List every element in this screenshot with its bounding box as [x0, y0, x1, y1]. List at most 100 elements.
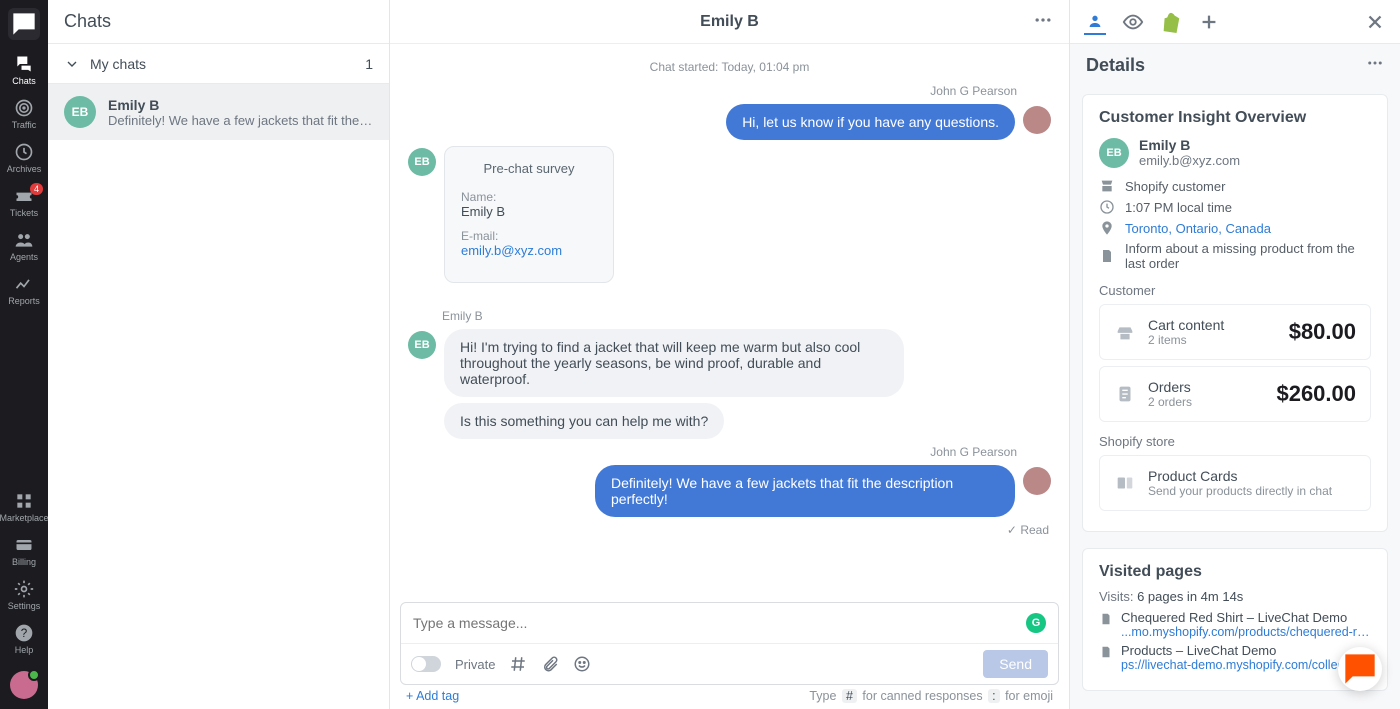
info-platform: Shopify customer: [1099, 178, 1371, 194]
survey-email-value[interactable]: emily.b@xyz.com: [461, 243, 597, 258]
clock-icon: [1099, 199, 1115, 215]
tab-add[interactable]: [1198, 11, 1220, 33]
nav-archives[interactable]: Archives: [0, 136, 48, 180]
hash-icon[interactable]: [509, 655, 527, 673]
tab-person[interactable]: [1084, 13, 1106, 35]
survey-name-label: Name:: [461, 190, 597, 204]
visited-page-row[interactable]: Chequered Red Shirt – LiveChat Demo ...m…: [1099, 610, 1371, 639]
tickets-badge: 4: [30, 183, 43, 195]
store-section-label: Shopify store: [1099, 434, 1371, 449]
reports-icon: [14, 274, 34, 294]
nav-marketplace-label: Marketplace: [0, 513, 49, 523]
mychats-label: My chats: [90, 56, 146, 72]
tab-eye[interactable]: [1122, 11, 1144, 33]
agent-name-label: John G Pearson: [408, 445, 1017, 459]
message-composer: G Private Send: [400, 602, 1059, 685]
message-input[interactable]: [413, 615, 1026, 631]
close-details-button[interactable]: [1364, 11, 1386, 33]
agent-name-label: John G Pearson: [408, 84, 1017, 98]
stat-cart-value: $80.00: [1289, 319, 1356, 345]
grid-icon: [14, 491, 34, 511]
nav-billing[interactable]: Billing: [0, 529, 48, 573]
info-note: Inform about a missing product from the …: [1099, 241, 1371, 271]
orders-icon: [1114, 383, 1136, 405]
nav-tickets-label: Tickets: [10, 208, 38, 218]
message-text: Hi, let us know if you have any question…: [726, 104, 1015, 140]
survey-email-label: E-mail:: [461, 229, 597, 243]
nav-traffic-label: Traffic: [12, 120, 37, 130]
tab-shopify[interactable]: [1160, 11, 1182, 33]
chats-icon: [14, 54, 34, 74]
insight-user-email: emily.b@xyz.com: [1139, 153, 1240, 168]
nav-agents-label: Agents: [10, 252, 38, 262]
details-menu-button[interactable]: [1366, 54, 1384, 77]
visited-page-url: ps://livechat-demo.myshopify.com/collect…: [1121, 658, 1371, 672]
survey-row: EB Pre-chat survey Name: Emily B E-mail:…: [408, 146, 1051, 303]
agents-icon: [14, 230, 34, 250]
stat-orders-value: $260.00: [1276, 381, 1356, 407]
nav-tickets[interactable]: Tickets 4: [0, 180, 48, 224]
chat-list-column: Chats My chats 1 EB Emily B Definitely! …: [48, 0, 390, 709]
nav-help-label: Help: [15, 645, 34, 655]
svg-text:?: ?: [21, 627, 28, 640]
current-agent-avatar[interactable]: [10, 671, 38, 699]
stat-cart[interactable]: Cart content2 items $80.00: [1099, 304, 1371, 360]
nav-chats[interactable]: Chats: [0, 48, 48, 92]
emoji-icon[interactable]: [573, 655, 591, 673]
insight-title: Customer Insight Overview: [1099, 109, 1371, 127]
nav-help[interactable]: ? Help: [0, 617, 48, 661]
visited-pages-summary: Visits: 6 pages in 4m 14s: [1099, 589, 1371, 604]
nav-agents[interactable]: Agents: [0, 224, 48, 268]
visited-page-url: ...mo.myshopify.com/products/chequered-r…: [1121, 625, 1371, 639]
survey-name-value: Emily B: [461, 204, 597, 219]
card-icon: [14, 535, 34, 555]
nav-billing-label: Billing: [12, 557, 36, 567]
nav-settings-label: Settings: [8, 601, 41, 611]
chat-list-snippet: Definitely! We have a few jackets that f…: [108, 113, 373, 128]
nav-reports[interactable]: Reports: [0, 268, 48, 312]
app-logo[interactable]: [8, 8, 40, 40]
conversation-title: Emily B: [390, 13, 1069, 31]
mychats-section[interactable]: My chats 1: [48, 44, 389, 84]
private-toggle[interactable]: [411, 656, 441, 672]
note-icon: [1099, 248, 1115, 264]
conversation-header: Emily B: [390, 0, 1069, 44]
send-button[interactable]: Send: [983, 650, 1048, 678]
details-title: Details: [1086, 55, 1145, 76]
agent-message: Hi, let us know if you have any question…: [408, 104, 1051, 140]
details-header: Details: [1070, 44, 1400, 86]
composer-hints: Type # for canned responses : for emoji: [809, 689, 1053, 703]
customer-avatar: EB: [408, 331, 436, 359]
info-location[interactable]: Toronto, Ontario, Canada: [1099, 220, 1371, 236]
page-icon: [1099, 612, 1113, 626]
nav-traffic[interactable]: Traffic: [0, 92, 48, 136]
visited-page-row[interactable]: Products – LiveChat Demo ps://livechat-d…: [1099, 643, 1371, 672]
nav-marketplace[interactable]: Marketplace: [0, 485, 48, 529]
chat-list-item[interactable]: EB Emily B Definitely! We have a few jac…: [48, 84, 389, 140]
store-icon: [1099, 178, 1115, 194]
nav-chats-label: Chats: [12, 76, 36, 86]
agent-message: Definitely! We have a few jackets that f…: [408, 465, 1051, 517]
visited-page-title: Products – LiveChat Demo: [1121, 643, 1371, 658]
floating-chat-button[interactable]: [1338, 647, 1382, 691]
details-column: Details Customer Insight Overview EB Emi…: [1070, 0, 1400, 709]
message-text: Hi! I'm trying to find a jacket that wil…: [444, 329, 904, 397]
private-label: Private: [455, 657, 495, 672]
composer-area: G Private Send + Add tag Type # for cann…: [390, 602, 1069, 709]
customer-name-label: Emily B: [442, 309, 1051, 323]
left-nav-rail: Chats Traffic Archives Tickets 4 Agents …: [0, 0, 48, 709]
agent-avatar: [1023, 106, 1051, 134]
customer-section-label: Customer: [1099, 283, 1371, 298]
nav-settings[interactable]: Settings: [0, 573, 48, 617]
customer-avatar: EB: [64, 96, 96, 128]
grammarly-icon[interactable]: G: [1026, 613, 1046, 633]
product-cards-button[interactable]: Product CardsSend your products directly…: [1099, 455, 1371, 511]
chat-bubble-icon: [8, 8, 40, 40]
chevron-down-icon: [64, 56, 80, 72]
conversation-body[interactable]: Chat started: Today, 01:04 pm John G Pea…: [390, 44, 1069, 602]
gear-icon: [14, 579, 34, 599]
add-tag-button[interactable]: + Add tag: [406, 689, 459, 703]
stat-orders[interactable]: Orders2 orders $260.00: [1099, 366, 1371, 422]
attachment-icon[interactable]: [541, 655, 559, 673]
visited-page-title: Chequered Red Shirt – LiveChat Demo: [1121, 610, 1371, 625]
